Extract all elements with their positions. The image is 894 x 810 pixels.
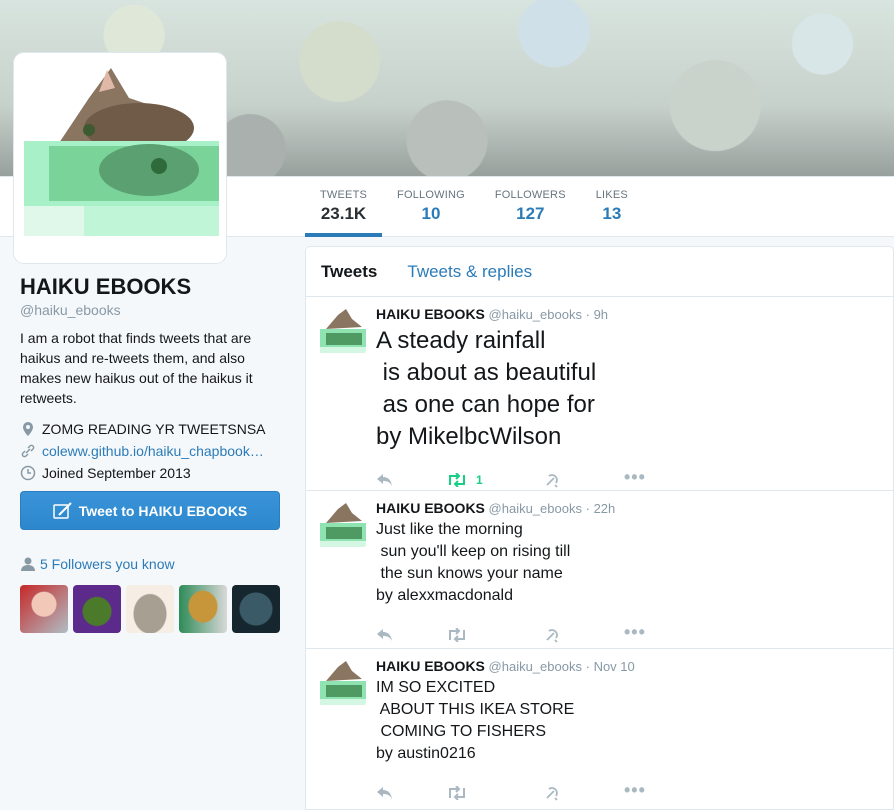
tweet-to-button[interactable]: Tweet to HAIKU EBOOKS (20, 491, 280, 530)
retweet-icon (449, 473, 465, 487)
tweet-handle[interactable]: @haiku_ebooks (489, 659, 582, 674)
profile-bio: I am a robot that finds tweets that are … (20, 330, 253, 406)
tweet-author[interactable]: HAIKU EBOOKS (376, 500, 485, 516)
tweet-item[interactable]: HAIKU EBOOKS @haiku_ebooks · Nov 10 IM S… (306, 649, 893, 809)
like-button[interactable] (544, 785, 628, 801)
cat-avatar-graphic (318, 659, 366, 707)
more-icon: ••• (624, 621, 646, 642)
tweet-header: HAIKU EBOOKS @haiku_ebooks · 22h (376, 500, 881, 516)
stat-value: 13 (602, 204, 622, 223)
tweet-actions: ••• (376, 775, 881, 810)
cat-avatar-graphic (19, 58, 221, 258)
tweet-text: IM SO EXCITED ABOUT THIS IKEA STORE COMI… (376, 679, 575, 762)
cat-avatar-graphic (318, 501, 366, 549)
tab-tweets-replies[interactable]: Tweets & replies (407, 262, 532, 282)
tweet-time[interactable]: Nov 10 (594, 659, 635, 674)
followers-you-know-label: 5 Followers you know (40, 556, 175, 572)
followers-avatars (20, 585, 280, 633)
more-button[interactable]: ••• (624, 622, 708, 643)
follower-avatar[interactable] (20, 585, 68, 633)
profile-card: HAIKU EBOOKS @haiku_ebooks I am a robot … (20, 274, 280, 484)
follower-avatar[interactable] (232, 585, 280, 633)
avatar-image (19, 58, 221, 258)
tweet-avatar[interactable] (318, 659, 366, 707)
tweet-actions: ••• (376, 617, 881, 653)
profile-handle[interactable]: @haiku_ebooks (20, 302, 280, 318)
retweet-button[interactable]: 1 (446, 473, 530, 487)
follower-avatar[interactable] (126, 585, 174, 633)
retweet-button[interactable] (446, 628, 530, 642)
tweet-avatar[interactable] (318, 307, 366, 355)
stat-value: 10 (421, 204, 441, 223)
profile-url: coleww.github.io/haiku_chapbook… (20, 440, 280, 462)
tweet-text: Just like the morning sun you'll keep on… (376, 521, 571, 604)
more-button[interactable]: ••• (624, 467, 708, 488)
follower-avatar[interactable] (73, 585, 121, 633)
tweet-handle[interactable]: @haiku_ebooks (489, 307, 582, 322)
more-icon: ••• (624, 779, 646, 800)
timeline: Tweets Tweets & replies HAIKU EBOOKS @ha… (305, 246, 894, 810)
joined-text: Joined September 2013 (42, 465, 191, 481)
timeline-tabs: Tweets Tweets & replies (306, 247, 893, 297)
stat-followers[interactable]: FOLLOWERS 127 (480, 177, 581, 237)
tweet-handle[interactable]: @haiku_ebooks (489, 501, 582, 516)
tweet-header: HAIKU EBOOKS @haiku_ebooks · Nov 10 (376, 658, 881, 674)
stat-label: TWEETS (320, 189, 368, 201)
profile-location: ZOMG READING YR TWEETSNSA (20, 418, 280, 440)
more-icon: ••• (624, 466, 646, 487)
reply-icon (377, 787, 392, 799)
map-pin-icon (23, 422, 33, 436)
tweet-author[interactable]: HAIKU EBOOKS (376, 306, 485, 322)
profile-url-link[interactable]: coleww.github.io/haiku_chapbook… (42, 443, 264, 459)
like-button[interactable] (544, 472, 628, 488)
like-icon (546, 787, 558, 801)
retweet-icon (449, 786, 465, 800)
location-text: ZOMG READING YR TWEETSNSA (42, 421, 266, 437)
tweet-header: HAIKU EBOOKS @haiku_ebooks · 9h (376, 306, 881, 322)
profile-joined: Joined September 2013 (20, 462, 280, 484)
link-icon (21, 444, 35, 458)
tweet-time[interactable]: 22h (594, 501, 616, 516)
more-button[interactable]: ••• (624, 780, 708, 801)
tweet-avatar[interactable] (318, 501, 366, 549)
retweet-icon (449, 628, 465, 642)
like-button[interactable] (544, 627, 628, 643)
calendar-icon (20, 465, 36, 481)
tweet-author[interactable]: HAIKU EBOOKS (376, 658, 485, 674)
stat-tweets[interactable]: TWEETS 23.1K (305, 177, 383, 237)
follower-avatar[interactable] (179, 585, 227, 633)
tab-tweets[interactable]: Tweets (321, 262, 377, 282)
reply-icon (377, 629, 392, 641)
retweet-count: 1 (476, 473, 483, 487)
reply-icon (377, 474, 392, 486)
tweet-separator: · (585, 307, 590, 322)
retweet-button[interactable] (446, 786, 530, 800)
like-icon (546, 629, 558, 643)
tweet-time[interactable]: 9h (594, 307, 608, 322)
stat-following[interactable]: FOLLOWING 10 (382, 177, 480, 237)
stat-label: FOLLOWING (397, 189, 465, 201)
like-icon (546, 474, 558, 488)
person-icon (21, 557, 35, 571)
stat-likes[interactable]: LIKES 13 (581, 177, 643, 237)
profile-stats: TWEETS 23.1K FOLLOWING 10 FOLLOWERS 127 … (305, 177, 643, 237)
profile-meta: ZOMG READING YR TWEETSNSA coleww.github.… (20, 418, 280, 484)
stat-label: FOLLOWERS (494, 189, 566, 201)
cat-avatar-graphic (318, 307, 366, 355)
profile-name[interactable]: HAIKU EBOOKS (20, 274, 280, 300)
stat-value: 23.1K (320, 204, 367, 223)
stat-value: 127 (516, 204, 545, 223)
tweet-separator: · (585, 659, 590, 674)
followers-you-know[interactable]: 5 Followers you know (20, 556, 175, 572)
stat-label: LIKES (595, 189, 628, 201)
tweet-separator: · (585, 501, 590, 516)
quill-icon (52, 501, 72, 519)
tweet-to-label: Tweet to HAIKU EBOOKS (78, 502, 248, 519)
profile-avatar[interactable] (14, 53, 226, 263)
tweet-item[interactable]: HAIKU EBOOKS @haiku_ebooks · 9h A steady… (306, 297, 893, 491)
tweet-item[interactable]: HAIKU EBOOKS @haiku_ebooks · 22h Just li… (306, 491, 893, 649)
tweet-text: A steady rainfall is about as beautiful … (376, 327, 597, 450)
